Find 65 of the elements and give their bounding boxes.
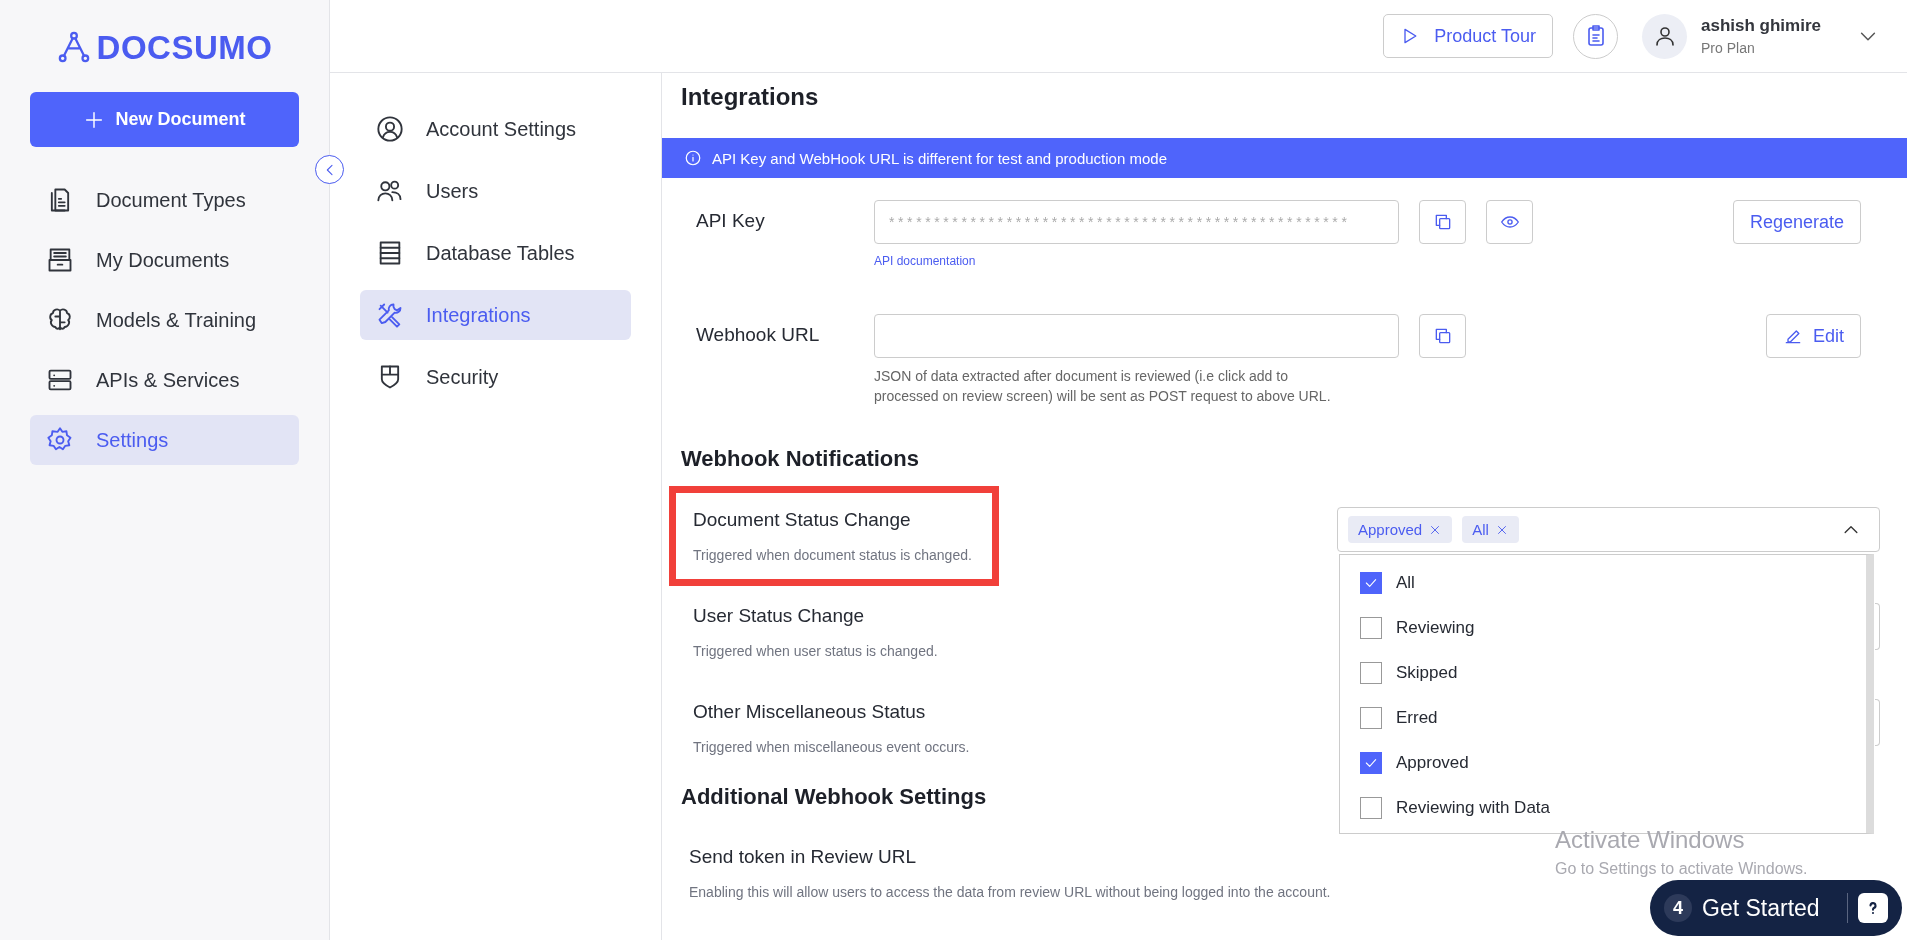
- tools-icon: [376, 301, 404, 329]
- checkbox[interactable]: [1360, 572, 1382, 594]
- activation-title: Activate Windows: [1555, 826, 1746, 854]
- step-count-badge: 4: [1664, 894, 1692, 922]
- copy-button[interactable]: [1419, 314, 1466, 358]
- copy-button[interactable]: [1419, 200, 1466, 244]
- product-tour-button[interactable]: Product Tour: [1383, 14, 1553, 58]
- setting-description: Enabling this will allow users to access the data from review URL without being logged into the account.: [689, 884, 1331, 900]
- banner-text: API Key and WebHook URL is different for test and production mode: [712, 149, 1167, 167]
- avatar[interactable]: [1642, 13, 1687, 59]
- status-option[interactable]: All: [1360, 572, 1866, 594]
- status-tag: All: [1462, 516, 1519, 543]
- regenerate-button[interactable]: Regenerate: [1732, 200, 1861, 244]
- info-icon: [684, 149, 702, 167]
- section-title: Webhook Notifications: [681, 446, 919, 472]
- sidebar-item[interactable]: Document Types: [30, 175, 299, 225]
- notification-title: Document Status Change: [693, 509, 912, 531]
- page-title: Integrations: [680, 82, 820, 112]
- edit-button[interactable]: Edit: [1765, 314, 1861, 358]
- checkbox[interactable]: [1360, 617, 1382, 639]
- status-select[interactable]: Approved All: [1337, 507, 1880, 552]
- setting-title: Send token in Review URL: [689, 846, 917, 868]
- status-option[interactable]: Erred: [1360, 707, 1866, 729]
- webhook-url-field[interactable]: [874, 314, 1399, 358]
- drawer-icon: [46, 246, 74, 274]
- user-name: ashish ghimire: [1701, 16, 1821, 36]
- checkbox[interactable]: [1360, 752, 1382, 774]
- notification-description: Triggered when user status is changed.: [693, 643, 938, 659]
- status-option[interactable]: Reviewing: [1360, 617, 1866, 639]
- get-started-button[interactable]: 4 Get Started: [1650, 880, 1902, 936]
- settings-menu-item[interactable]: Users: [360, 166, 631, 216]
- notification-title: Other Miscellaneous Status: [693, 701, 927, 723]
- show-key-button[interactable]: [1486, 200, 1533, 244]
- get-started-label: Get Started: [1702, 894, 1820, 922]
- collapse-button[interactable]: [315, 155, 344, 184]
- status-option[interactable]: Reviewing with Data: [1360, 797, 1866, 819]
- status-option[interactable]: Skipped: [1360, 662, 1866, 684]
- sidebar-item[interactable]: APIs & Services: [30, 355, 299, 405]
- clipboard-button[interactable]: [1573, 13, 1618, 59]
- notification-description: Triggered when document status is changed.: [693, 547, 972, 563]
- activation-text: Go to Settings to activate Windows.: [1555, 860, 1808, 878]
- section-title: Additional Webhook Settings: [681, 784, 987, 810]
- status-option[interactable]: Approved: [1360, 752, 1866, 774]
- new-document-button[interactable]: New Document: [30, 92, 299, 147]
- sidebar-item[interactable]: Models & Training: [30, 295, 299, 345]
- notification-description: Triggered when miscellaneous event occurs.: [693, 739, 970, 755]
- checkbox[interactable]: [1360, 707, 1382, 729]
- settings-menu-item[interactable]: Integrations: [360, 290, 631, 340]
- status-tag: Approved: [1348, 516, 1453, 543]
- user-icon: [376, 115, 404, 143]
- api-documentation-link[interactable]: API documentation: [874, 254, 976, 268]
- checkbox[interactable]: [1360, 797, 1382, 819]
- settings-menu-item[interactable]: Database Tables: [360, 228, 631, 278]
- field-label: API Key: [696, 209, 766, 232]
- field-label: Webhook URL: [696, 323, 821, 346]
- sidebar-item[interactable]: Settings: [30, 415, 299, 465]
- logo-text: DOCSUMO: [96, 30, 273, 64]
- notification-title: User Status Change: [693, 605, 866, 627]
- settings-menu-item[interactable]: Security: [360, 352, 631, 402]
- checkbox[interactable]: [1360, 662, 1382, 684]
- logo-icon: [56, 30, 91, 64]
- sidebar-item[interactable]: My Documents: [30, 235, 299, 285]
- help-text: JSON of data extracted after document is reviewed (i.e click add to processed on review screen) will be sent as POST request to above URL.: [874, 367, 1332, 406]
- user-plan: Pro Plan: [1701, 40, 1756, 56]
- settings-menu-item[interactable]: Account Settings: [360, 104, 631, 154]
